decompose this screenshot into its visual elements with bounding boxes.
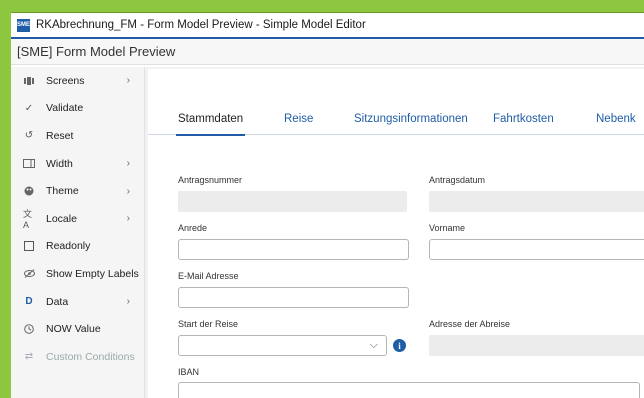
sidebar-item-locale[interactable]: 文A Locale ›	[11, 205, 144, 233]
check-icon: ✓	[24, 102, 34, 114]
chevron-right-icon: ›	[126, 296, 130, 308]
view-header: [SME] Form Model Preview	[11, 39, 644, 65]
start-reise-select[interactable]: ⌵	[178, 335, 387, 356]
sidebar-item-label: Custom Conditions	[46, 350, 135, 363]
sidebar-item-reset[interactable]: ↺ Reset	[11, 122, 144, 150]
antragsnummer-label: Antragsnummer	[178, 175, 243, 185]
antragsdatum-field	[429, 191, 644, 212]
checkbox-icon	[23, 240, 35, 252]
sidebar-item-custom-conditions: ⇄ Custom Conditions	[11, 343, 144, 371]
email-field[interactable]	[178, 287, 409, 308]
tab-fahrtkosten[interactable]: Fahrtkosten	[493, 113, 554, 135]
chevron-right-icon: ›	[126, 185, 130, 197]
sidebar-item-label: Reset	[46, 129, 74, 142]
sidebar-item-theme[interactable]: Theme ›	[11, 177, 144, 205]
chevron-down-icon: ⌵	[369, 339, 378, 351]
anrede-label: Anrede	[178, 223, 208, 233]
translate-icon: 文A	[23, 209, 33, 231]
sidebar-item-label: Screens	[46, 74, 85, 87]
sidebar-item-label: Width	[46, 157, 73, 170]
chevron-right-icon: ›	[126, 158, 130, 170]
screens-icon	[23, 75, 35, 87]
window-title: RKAbrechnung_FM - Form Model Preview - S…	[36, 19, 366, 31]
sidebar-item-show-empty-labels[interactable]: Show Empty Labels	[11, 260, 144, 288]
anrede-field[interactable]	[178, 239, 409, 260]
start-reise-label: Start der Reise	[178, 319, 239, 329]
sidebar-item-readonly[interactable]: Readonly	[11, 233, 144, 261]
palette-icon	[23, 185, 35, 197]
tab-stammdaten[interactable]: Stammdaten	[175, 113, 246, 136]
sidebar-item-label: Readonly	[46, 240, 91, 253]
eye-off-icon	[23, 268, 35, 280]
data-icon: D	[25, 296, 33, 308]
tab-sitzungsinformationen[interactable]: Sitzungsinformationen	[354, 113, 468, 135]
conditions-icon: ⇄	[24, 351, 34, 363]
sidebar-item-label: Validate	[46, 102, 84, 115]
clock-icon	[23, 323, 35, 335]
sidebar-item-validate[interactable]: ✓ Validate	[11, 95, 144, 123]
info-icon[interactable]: i	[393, 339, 406, 352]
form-panel: Stammdaten Reise Sitzungsinformationen F…	[148, 69, 644, 398]
iban-field[interactable]	[178, 382, 640, 398]
sidebar-item-label: Theme	[46, 185, 79, 198]
antragsnummer-field	[178, 191, 407, 212]
width-icon	[23, 158, 35, 170]
app-window: SME RKAbrechnung_FM - Form Model Preview…	[11, 12, 644, 398]
chevron-right-icon: ›	[126, 75, 130, 87]
email-label: E-Mail Adresse	[178, 271, 239, 281]
sidebar-item-label: Data	[46, 295, 69, 308]
sidebar-item-label: Locale	[46, 212, 77, 225]
sidebar-item-data[interactable]: D Data ›	[11, 288, 144, 316]
sidebar-item-now-value[interactable]: NOW Value	[11, 315, 144, 343]
tab-reise[interactable]: Reise	[284, 113, 313, 135]
antragsdatum-label: Antragsdatum	[429, 175, 486, 185]
sidebar-item-label: NOW Value	[46, 323, 101, 336]
sidebar: Screens › ✓ Validate ↺ Reset Width › The…	[11, 67, 145, 398]
page-title: [SME] Form Model Preview	[17, 44, 176, 59]
reset-icon: ↺	[24, 130, 34, 142]
iban-label: IBAN	[178, 367, 200, 377]
tab-bar: Stammdaten Reise Sitzungsinformationen F…	[148, 113, 644, 136]
vorname-label: Vorname	[429, 223, 466, 233]
app-logo-icon: SME	[17, 18, 30, 32]
adresse-abreise-label: Adresse der Abreise	[429, 319, 511, 329]
title-bar: SME RKAbrechnung_FM - Form Model Preview…	[11, 13, 644, 39]
sidebar-item-screens[interactable]: Screens ›	[11, 67, 144, 95]
vorname-field[interactable]	[429, 239, 644, 260]
tab-nebenkosten[interactable]: Nebenk	[596, 113, 636, 135]
adresse-abreise-field	[429, 335, 644, 356]
chevron-right-icon: ›	[126, 213, 130, 225]
sidebar-item-width[interactable]: Width ›	[11, 150, 144, 178]
sidebar-item-label: Show Empty Labels	[46, 267, 139, 280]
preview-area: Stammdaten Reise Sitzungsinformationen F…	[145, 67, 644, 398]
